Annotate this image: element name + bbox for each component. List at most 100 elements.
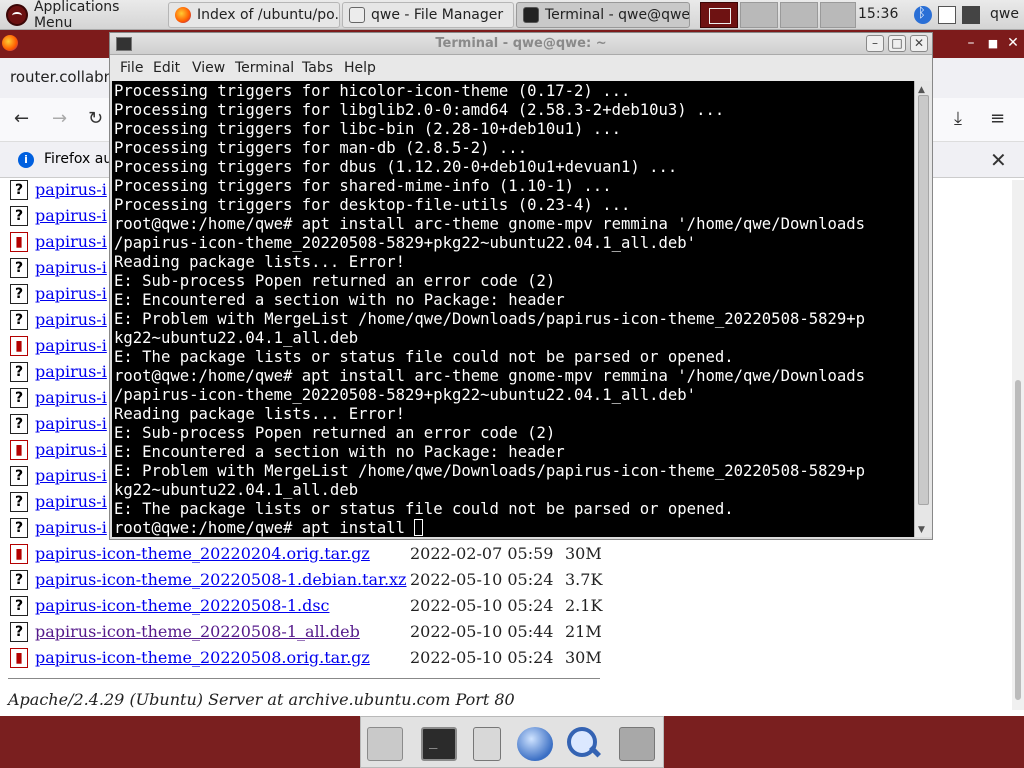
menu-file[interactable]: File xyxy=(120,60,143,76)
bluetooth-icon[interactable] xyxy=(914,6,932,24)
table-row: ? papirus-icon-theme_20220508-1.dsc 2022-0… xyxy=(10,594,630,620)
unknown-file-icon: ? xyxy=(10,492,28,512)
file-size: 30M xyxy=(565,648,602,667)
file-link[interactable]: papirus-i xyxy=(35,258,107,277)
terminal-window: Terminal - qwe@qwe: ~ – □ ✕ File Edit Vi… xyxy=(109,32,933,540)
forward-icon[interactable]: → xyxy=(52,108,67,129)
file-link[interactable]: papirus-i xyxy=(35,362,107,381)
workspace-3[interactable] xyxy=(780,2,818,28)
file-link[interactable]: papirus-i xyxy=(35,466,107,485)
archive-file-icon: ▮ xyxy=(10,440,28,460)
terminal-icon[interactable] xyxy=(421,727,457,761)
reload-icon[interactable]: ↻ xyxy=(88,108,103,129)
workspace-2[interactable] xyxy=(740,2,778,28)
table-row: ▮ papirus-icon-theme_20220204.orig.tar.gz… xyxy=(10,542,630,568)
maximize-icon[interactable]: ■ xyxy=(984,37,1002,50)
archive-file-icon: ▮ xyxy=(10,336,28,356)
file-date: 2022-05-10 05:44 xyxy=(410,622,554,641)
taskbar-firefox-label: Index of /ubuntu/po... xyxy=(197,7,340,23)
terminal-cursor xyxy=(414,519,424,536)
file-link[interactable]: papirus-i xyxy=(35,440,107,459)
file-link[interactable]: papirus-icon-theme_20220508.orig.tar.gz xyxy=(35,648,370,667)
taskbar-firefox[interactable]: Index of /ubuntu/po... xyxy=(168,2,340,28)
file-size: 3.7K xyxy=(565,570,603,589)
applications-menu-label: Applications Menu xyxy=(33,0,120,31)
file-cabinet-icon[interactable] xyxy=(473,727,501,761)
taskbar-terminal-label: Terminal - qwe@qwe... xyxy=(545,7,690,23)
taskbar-terminal[interactable]: Terminal - qwe@qwe... xyxy=(516,2,690,28)
back-icon[interactable]: ← xyxy=(14,108,29,129)
maximize-icon[interactable]: □ xyxy=(888,35,906,52)
file-link[interactable]: papirus-icon-theme_20220508-1.debian.tar… xyxy=(35,570,406,589)
archive-file-icon: ▮ xyxy=(10,544,28,564)
screenshot-tool-icon[interactable] xyxy=(938,6,956,24)
terminal-output[interactable]: Processing triggers for hicolor-icon-the… xyxy=(112,81,914,537)
menu-terminal[interactable]: Terminal xyxy=(235,60,294,76)
file-link[interactable]: papirus-icon-theme_20220508-1_all.deb xyxy=(35,622,360,641)
close-notification-icon[interactable]: ✕ xyxy=(990,148,1007,172)
firefox-logo-icon xyxy=(2,35,18,51)
unknown-file-icon: ? xyxy=(10,362,28,382)
minimize-icon[interactable]: – xyxy=(866,35,884,52)
web-browser-icon[interactable] xyxy=(517,727,553,761)
user-menu[interactable]: qwe xyxy=(990,6,1019,22)
unknown-file-icon: ? xyxy=(10,622,28,642)
table-row: ▮ papirus-icon-theme_20220508.orig.tar.gz… xyxy=(10,646,630,672)
file-date: 2022-05-10 05:24 xyxy=(410,570,554,589)
file-link[interactable]: papirus-i xyxy=(35,492,107,511)
bottom-dock xyxy=(360,716,664,768)
archive-file-icon: ▮ xyxy=(10,648,28,668)
file-link[interactable]: papirus-i xyxy=(35,518,107,537)
terminal-scrollbar[interactable]: ▲ ▼ xyxy=(914,81,932,537)
file-link[interactable]: papirus-i xyxy=(35,336,107,355)
page-scrollbar[interactable] xyxy=(1012,180,1024,710)
hamburger-menu-icon[interactable]: ≡ xyxy=(990,108,1005,129)
menu-view[interactable]: View xyxy=(192,60,225,76)
close-icon[interactable]: ✕ xyxy=(1004,35,1022,51)
file-link[interactable]: papirus-icon-theme_20220204.orig.tar.gz xyxy=(35,544,370,563)
search-icon[interactable] xyxy=(565,727,601,761)
clock[interactable]: 15:36 xyxy=(858,6,898,22)
file-link[interactable]: papirus-i xyxy=(35,180,107,199)
terminal-scrollbar-thumb[interactable] xyxy=(918,95,929,505)
menu-tabs[interactable]: Tabs xyxy=(302,60,333,76)
file-date: 2022-05-10 05:24 xyxy=(410,648,554,667)
workspace-1[interactable] xyxy=(700,2,738,28)
page-scrollbar-thumb[interactable] xyxy=(1015,380,1021,700)
unknown-file-icon: ? xyxy=(10,570,28,590)
folder-icon[interactable] xyxy=(619,727,655,761)
unknown-file-icon: ? xyxy=(10,310,28,330)
unknown-file-icon: ? xyxy=(10,284,28,304)
unknown-file-icon: ? xyxy=(10,596,28,616)
terminal-title: Terminal - qwe@qwe: ~ xyxy=(435,36,607,51)
network-icon[interactable] xyxy=(962,6,980,24)
file-link[interactable]: papirus-i xyxy=(35,284,107,303)
file-link[interactable]: papirus-icon-theme_20220508-1.dsc xyxy=(35,596,330,615)
menu-help[interactable]: Help xyxy=(344,60,376,76)
file-size: 30M xyxy=(565,544,602,563)
archive-file-icon: ▮ xyxy=(10,232,28,252)
taskbar-file-manager[interactable]: qwe - File Manager xyxy=(342,2,514,28)
firefox-icon xyxy=(175,7,191,23)
scroll-down-arrow-icon[interactable]: ▼ xyxy=(918,525,925,535)
file-link[interactable]: papirus-i xyxy=(35,388,107,407)
applications-menu-button[interactable]: Applications Menu xyxy=(2,0,162,31)
terminal-titlebar[interactable]: Terminal - qwe@qwe: ~ – □ ✕ xyxy=(110,33,932,55)
devuan-logo-icon xyxy=(6,4,28,26)
file-link[interactable]: papirus-i xyxy=(35,310,107,329)
table-row: ? papirus-icon-theme_20220508-1.debian.ta… xyxy=(10,568,630,594)
scroll-up-arrow-icon[interactable]: ▲ xyxy=(918,85,925,95)
unknown-file-icon: ? xyxy=(10,258,28,278)
file-date: 2022-02-07 05:59 xyxy=(410,544,554,563)
home-folder-icon[interactable] xyxy=(367,727,403,761)
minimize-icon[interactable]: – xyxy=(962,35,980,51)
file-link[interactable]: papirus-i xyxy=(35,206,107,225)
workspace-4[interactable] xyxy=(820,2,856,28)
unknown-file-icon: ? xyxy=(10,180,28,200)
file-link[interactable]: papirus-i xyxy=(35,232,107,251)
downloads-icon[interactable]: ⤓ xyxy=(954,108,962,129)
close-icon[interactable]: ✕ xyxy=(910,35,928,52)
terminal-text: Processing triggers for hicolor-icon-the… xyxy=(114,82,866,537)
menu-edit[interactable]: Edit xyxy=(153,60,180,76)
file-link[interactable]: papirus-i xyxy=(35,414,107,433)
